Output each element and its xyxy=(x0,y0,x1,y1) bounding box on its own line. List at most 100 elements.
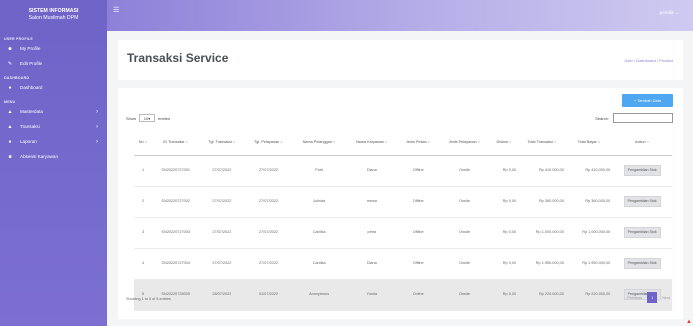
cell-pelanggan: Adinda xyxy=(292,186,346,218)
stock-pickup-button[interactable]: Pengambilan Stok xyxy=(623,196,661,207)
stock-pickup-button[interactable]: Pengambilan Stok xyxy=(623,258,661,269)
cell-pelanggan: Putri xyxy=(292,155,346,187)
column-header[interactable]: Action⇅ xyxy=(612,131,672,156)
column-header[interactable]: Diskon⇅ xyxy=(490,131,519,156)
table-row: 5 SN20220728005 28/07/2022 01/07/2022 An… xyxy=(134,279,672,311)
entries-length: Show 10 ▾ entries xyxy=(126,114,170,122)
database-icon: ▲ xyxy=(7,108,13,115)
table-card: + Tambah Data Show 10 ▾ entries Search: N… xyxy=(118,88,683,319)
cell-pesan: Offline xyxy=(397,248,439,280)
sidebar-item-dashboard[interactable]: ● Dashboard xyxy=(0,80,107,95)
previous-button[interactable]: Previous xyxy=(627,296,642,300)
column-header[interactable]: ID Transaksi⇅ xyxy=(152,131,200,156)
sidebar-item-transaksi[interactable]: ▲ Transaksi › xyxy=(0,119,107,134)
user-menu[interactable]: pemilik ⌄ xyxy=(660,10,679,16)
sidebar-item-edit-profile[interactable]: ✎ Edit Profile xyxy=(0,56,107,71)
column-header[interactable]: Nama Pelanggan⇅ xyxy=(292,131,346,156)
sidebar-item-label: Transaksi xyxy=(20,124,40,129)
sort-icon: ⇅ xyxy=(232,140,236,145)
sort-icon: ⇅ xyxy=(185,140,189,145)
cell-bayar: Rp 1.950.000,00 xyxy=(565,248,613,280)
search: Search: xyxy=(595,113,673,123)
stock-pickup-button[interactable]: Pengambilan Stok xyxy=(623,165,661,176)
page-header: Transaksi Service User / Dashboard / Pro… xyxy=(118,40,683,80)
sidebar-item-label: My Profile xyxy=(20,46,41,51)
column-header[interactable]: Jenis Pelayanan⇅ xyxy=(438,131,491,156)
add-data-button[interactable]: + Tambah Data xyxy=(622,94,673,107)
cell-pesan: Offline xyxy=(397,155,439,187)
cell-no: 4 xyxy=(134,248,153,280)
cell-id: SN20220727003 xyxy=(152,217,200,249)
column-header[interactable]: Jenis Pesan⇅ xyxy=(397,131,439,156)
cell-no: 3 xyxy=(134,217,153,249)
transaction-icon: ▲ xyxy=(7,123,13,130)
search-label: Search: xyxy=(595,115,609,121)
entries-select[interactable]: 10 ▾ xyxy=(139,114,156,122)
sort-icon: ⇅ xyxy=(385,140,388,145)
cell-tgl-transaksi: 27/07/2022 xyxy=(199,217,245,249)
chevron-right-icon: › xyxy=(96,123,98,130)
sort-icon: ⇅ xyxy=(280,140,283,145)
column-header[interactable]: Total Bayar⇅ xyxy=(565,131,613,156)
transactions-table: No⇅ ID Transaksi⇅ Tgl. Transaksi⇅ Tgl. P… xyxy=(134,131,672,311)
sort-icon: ⇅ xyxy=(646,140,650,145)
cell-pelayanan: Onsite xyxy=(438,248,491,280)
brand-subtitle: Salon Muslimah DPM xyxy=(28,15,79,21)
table-row: 1 SN20220727001 27/07/2022 27/07/2022 Pu… xyxy=(134,155,672,187)
cell-id: SN20220728005 xyxy=(152,279,200,311)
search-input[interactable] xyxy=(613,113,673,123)
cell-bayar: Rp 410.000,00 xyxy=(565,155,613,187)
page-1-button[interactable]: 1 xyxy=(647,292,658,303)
table-info: Showing 1 to 5 of 5 entries xyxy=(126,297,171,301)
cell-no: 2 xyxy=(134,186,153,218)
sidebar-item-absensi[interactable]: ■ Absensi Karyawan xyxy=(0,149,107,164)
sidebar-item-laporan[interactable]: ● Laporan › xyxy=(0,134,107,149)
cell-karyawan: petra xyxy=(345,217,398,249)
sidebar-item-masterdata[interactable]: ▲ Masterdata › xyxy=(0,104,107,119)
column-header[interactable]: Tgl. Transaksi⇅ xyxy=(199,131,245,156)
sort-icon: ⇅ xyxy=(477,140,481,145)
main-content: Transaksi Service User / Dashboard / Pro… xyxy=(107,31,693,326)
chevron-right-icon: › xyxy=(96,108,98,115)
user-name: pemilik xyxy=(659,10,674,15)
cell-karyawan: mewa xyxy=(345,186,398,218)
chevron-down-icon: ⌄ xyxy=(675,10,679,15)
chevron-right-icon: › xyxy=(96,138,98,145)
cell-action: Pengambilan Stok xyxy=(612,186,672,218)
column-header[interactable]: Total Transaksi⇅ xyxy=(518,131,566,156)
stock-pickup-button[interactable]: Pengambilan Stok xyxy=(623,227,661,238)
brand: SISTEM INFORMASI Salon Muslimah DPM xyxy=(0,0,107,32)
cell-no: 5 xyxy=(134,279,153,311)
breadcrumb[interactable]: User / Dashboard / Product xyxy=(625,58,673,63)
cell-bayar: Rp 1.000.000,00 xyxy=(565,217,613,249)
column-header[interactable]: Nama Karyawan⇅ xyxy=(345,131,398,156)
cell-total: Rp 220.000,00 xyxy=(518,279,566,311)
cell-id: SN20220727001 xyxy=(152,155,200,187)
cell-diskon: Rp 0,00 xyxy=(490,155,519,187)
column-header[interactable]: No⇅ xyxy=(134,131,153,156)
cell-action: Pengambilan Stok xyxy=(612,217,672,249)
cell-tgl-pelayanan: 01/07/2022 xyxy=(244,279,293,311)
section-user-profile: USER PROFILE xyxy=(4,37,33,41)
cell-total: Rp 1.950.000,00 xyxy=(518,248,566,280)
cell-action: Pengambilan Stok xyxy=(612,155,672,187)
hamburger-icon[interactable]: ☰ xyxy=(113,6,119,14)
sidebar-item-label: Absensi Karyawan xyxy=(20,154,59,159)
sort-icon: ⇅ xyxy=(427,140,431,145)
cell-no: 1 xyxy=(134,155,153,187)
next-button[interactable]: Next xyxy=(662,296,670,300)
warning-icon: ▲ xyxy=(686,319,692,325)
sidebar-item-label: Edit Profile xyxy=(20,61,43,66)
cell-tgl-pelayanan: 27/07/2022 xyxy=(244,248,293,280)
cell-pelayanan: Onsite xyxy=(438,186,491,218)
cell-pelayanan: Onsite xyxy=(438,217,491,249)
cell-action: Pengambilan Stok xyxy=(612,248,672,280)
cell-diskon: Rp 0,00 xyxy=(490,248,519,280)
cell-karyawan: Yunita xyxy=(345,279,398,311)
column-header[interactable]: Tgl. Pelayanan⇅ xyxy=(244,131,293,156)
select-arrow-icon: ▾ xyxy=(148,115,151,121)
cell-pelayanan: Onsite xyxy=(438,279,491,311)
sidebar-item-my-profile[interactable]: ☻ My Profile xyxy=(0,41,107,56)
sidebar-item-label: Dashboard xyxy=(20,85,43,90)
user-icon: ☻ xyxy=(7,45,13,52)
